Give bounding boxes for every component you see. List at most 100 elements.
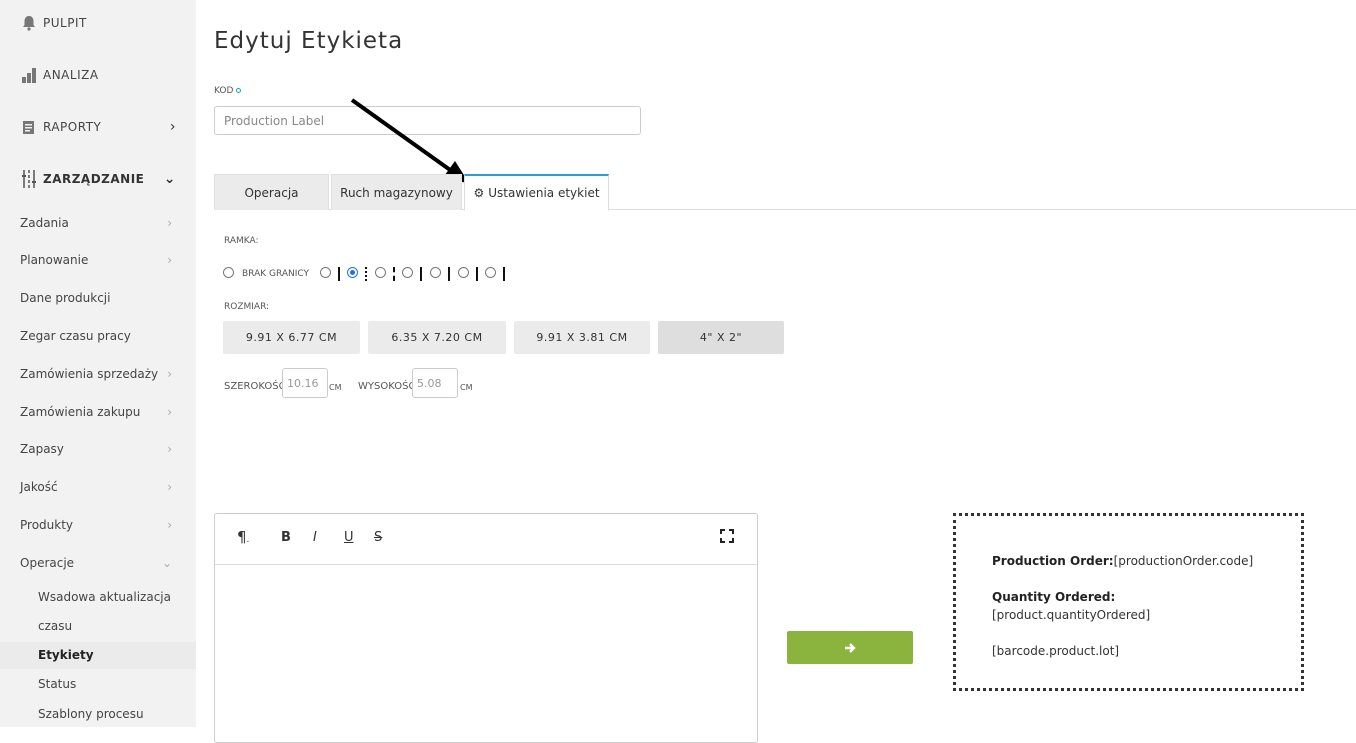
height-unit: CM xyxy=(460,383,473,392)
sidebar-item-label: Jakość xyxy=(20,480,58,494)
sidebar-item-label: Zegar czasu pracy xyxy=(20,329,131,343)
rozmiar-label: ROZMIAR: xyxy=(224,302,270,312)
tab-ruch-magazynowy[interactable]: Ruch magazynowy xyxy=(331,174,462,210)
sidebar-item-operacje[interactable]: Operacje ⌄ xyxy=(20,556,176,570)
preview-barcode: [barcode.product.lot] xyxy=(992,644,1120,658)
border-sample-7 xyxy=(503,267,505,281)
kod-label-text: KOD xyxy=(214,86,234,96)
active-item-highlight xyxy=(0,642,196,669)
size-button-3[interactable]: 9.91 X 3.81 CM xyxy=(514,321,650,354)
sidebar-item-zamowienia-zakupu[interactable]: Zamówienia zakupu › xyxy=(20,405,176,419)
sidebar-item-label: Zamówienia sprzedaży xyxy=(20,367,159,381)
sidebar-item-zarzadzanie[interactable]: ZARZĄDZANIE ⌄ xyxy=(20,170,176,188)
chevron-right-icon: › xyxy=(167,405,172,419)
sidebar-item-jakosc[interactable]: Jakość › xyxy=(20,480,176,494)
sidebar-item-produkty[interactable]: Produkty › xyxy=(20,518,176,532)
sidebar-item-label: Planowanie xyxy=(20,253,89,267)
sidebar-item-raporty[interactable]: RAPORTY › xyxy=(20,118,176,136)
sidebar-item-label: RAPORTY xyxy=(43,120,102,134)
border-solid-sample xyxy=(338,267,340,281)
sidebar-item-label: Zadania xyxy=(20,216,69,230)
ramka-label: RAMKA: xyxy=(224,236,259,246)
sidebar-item-label: Produkty xyxy=(20,518,74,532)
sidebar-item-zapasy[interactable]: Zapasy › xyxy=(20,442,176,456)
border-radio-7[interactable] xyxy=(485,267,496,278)
border-radio-dashed[interactable] xyxy=(375,267,386,278)
arrow-right-icon xyxy=(845,642,856,653)
border-sample-4 xyxy=(420,267,422,281)
paragraph-icon[interactable]: ¶. xyxy=(237,528,249,546)
sidebar-item-dane-produkcji[interactable]: Dane produkcji xyxy=(20,291,176,305)
brak-granicy-label: BRAK GRANICY xyxy=(242,269,310,279)
border-radio-none[interactable] xyxy=(223,267,234,278)
sidebar-item-zadania[interactable]: Zadania › xyxy=(20,216,176,230)
preview-order-label: Production Order: xyxy=(992,554,1114,568)
border-radio-4[interactable] xyxy=(402,267,413,278)
border-radio-solid[interactable] xyxy=(320,267,331,278)
chevron-right-icon: › xyxy=(167,518,172,532)
gear-icon: ⚙ xyxy=(473,186,485,200)
apply-arrow-button[interactable] xyxy=(787,631,913,664)
label-preview: Production Order:[productionOrder.code] … xyxy=(953,513,1304,691)
preview-qty-label-text: Quantity Ordered: xyxy=(992,590,1116,604)
chevron-right-icon: › xyxy=(169,119,176,135)
chevron-right-icon: › xyxy=(167,216,172,230)
bar-chart-icon xyxy=(20,66,38,84)
sidebar-item-label: PULPIT xyxy=(43,16,87,30)
chevron-right-icon: › xyxy=(167,253,172,267)
preview-order-line: Production Order:[productionOrder.code] xyxy=(992,554,1253,568)
sidebar-item-label: ZARZĄDZANIE xyxy=(43,172,145,186)
width-label: SZEROKOŚĆ xyxy=(224,381,286,392)
border-sample-5 xyxy=(448,267,450,281)
sidebar-subitem-status[interactable]: Status xyxy=(38,677,76,691)
preview-order-value: [productionOrder.code] xyxy=(1113,554,1254,568)
sidebar-item-label: ANALIZA xyxy=(43,68,99,82)
sidebar-subitem-czasu[interactable]: czasu xyxy=(38,619,72,633)
sidebar-item-pulpit[interactable]: PULPIT xyxy=(20,14,176,32)
sidebar-item-label: Zapasy xyxy=(20,442,64,456)
border-radio-6[interactable] xyxy=(458,267,469,278)
width-unit: CM xyxy=(329,383,342,392)
border-dashed-sample xyxy=(393,267,395,281)
height-input[interactable] xyxy=(412,368,458,398)
report-icon xyxy=(20,118,38,136)
border-radio-dotted[interactable] xyxy=(347,267,358,278)
sliders-icon xyxy=(20,170,38,188)
chevron-down-icon: ⌄ xyxy=(161,556,172,570)
rich-text-editor[interactable]: ¶. B I U S xyxy=(214,513,758,743)
preview-qty-value: [product.quantityOrdered] xyxy=(992,608,1151,622)
chevron-right-icon: › xyxy=(167,442,172,456)
sidebar-subitem-wsadowa[interactable]: Wsadowa aktualizacja xyxy=(38,590,171,604)
tab-label: Ustawienia etykiet xyxy=(488,186,600,200)
sidebar-item-planowanie[interactable]: Planowanie › xyxy=(20,253,176,267)
size-button-4[interactable]: 4" X 2" xyxy=(658,321,784,354)
sidebar: PULPIT ANALIZA RAPORTY › ZARZĄDZANIE ⌄ Z… xyxy=(0,0,196,727)
sidebar-item-zegar[interactable]: Zegar czasu pracy xyxy=(20,329,176,343)
size-button-1[interactable]: 9.91 X 6.77 CM xyxy=(223,321,360,354)
chevron-right-icon: › xyxy=(167,367,172,381)
editor-content-area[interactable] xyxy=(215,566,757,742)
chevron-right-icon: › xyxy=(167,480,172,494)
sidebar-subitem-etykiety[interactable]: Etykiety xyxy=(38,648,94,662)
tab-ustawienia-etykiet[interactable]: ⚙ Ustawienia etykiet xyxy=(464,174,609,211)
editor-toolbar: ¶. B I U S xyxy=(215,514,757,565)
required-dot-icon xyxy=(236,88,242,93)
page-title: Edytuj Etykieta xyxy=(214,28,404,54)
border-radio-5[interactable] xyxy=(430,267,441,278)
size-button-2[interactable]: 6.35 X 7.20 CM xyxy=(368,321,506,354)
strikethrough-icon[interactable]: S xyxy=(374,530,382,545)
fullscreen-icon[interactable] xyxy=(720,529,734,547)
border-dotted-sample xyxy=(365,267,367,281)
border-sample-6 xyxy=(476,267,478,281)
underline-icon[interactable]: U xyxy=(344,530,354,545)
sidebar-item-label: Zamówienia zakupu xyxy=(20,405,141,419)
sidebar-subitem-szablony[interactable]: Szablony procesu xyxy=(38,707,144,721)
sidebar-item-zamowienia-sprzedazy[interactable]: Zamówienia sprzedaży › xyxy=(20,367,176,381)
italic-icon[interactable]: I xyxy=(313,530,317,545)
tab-operacja[interactable]: Operacja xyxy=(214,174,329,210)
bold-icon[interactable]: B xyxy=(281,530,291,545)
sidebar-item-analiza[interactable]: ANALIZA xyxy=(20,66,176,84)
width-input[interactable] xyxy=(282,368,328,398)
height-label: WYSOKOŚĆ xyxy=(358,381,416,392)
bell-icon xyxy=(20,14,38,32)
